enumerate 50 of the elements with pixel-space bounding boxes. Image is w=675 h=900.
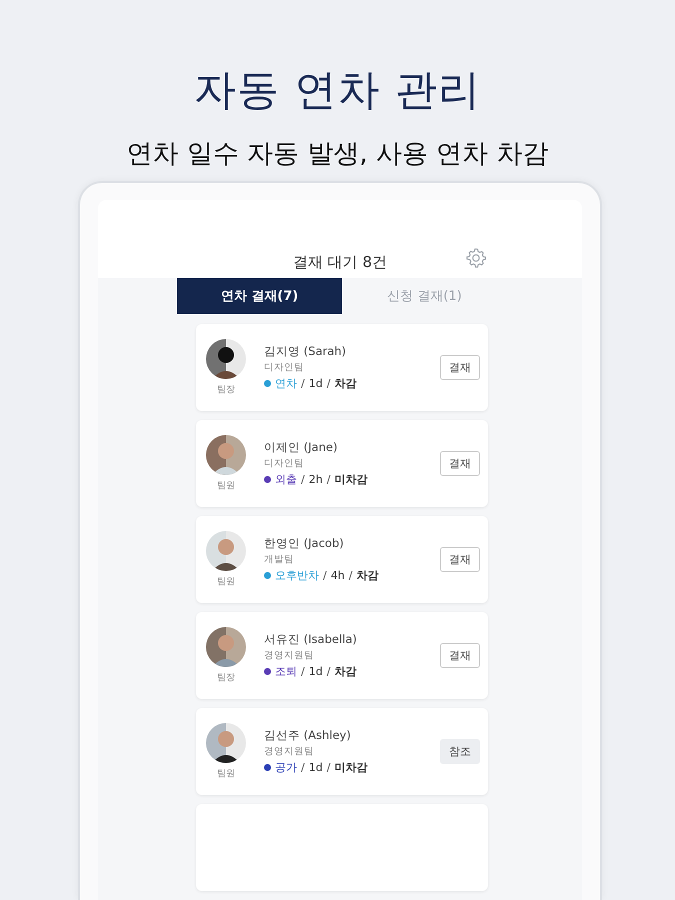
separator: /: [326, 665, 330, 678]
duration: 1d: [308, 761, 323, 774]
reference-button[interactable]: 참조: [440, 739, 480, 764]
employee-name: 이제인 (Jane): [264, 440, 338, 455]
role-label: 팀원: [217, 480, 235, 492]
team-label: 개발팀: [264, 553, 295, 566]
deduction-label: 미차감: [334, 760, 368, 775]
duration: 4h: [330, 569, 345, 582]
deduction-label: 차감: [356, 568, 378, 583]
employee-name: 서유진 (Isabella): [264, 632, 358, 647]
duration: 2h: [308, 473, 323, 486]
approve-button[interactable]: 결재: [440, 643, 480, 668]
separator: /: [301, 473, 305, 486]
duration: 1d: [308, 665, 323, 678]
separator: /: [301, 377, 305, 390]
subheadline: 연차 일수 자동 발생, 사용 연차 차감: [126, 138, 548, 171]
leave-type: 조퇴: [275, 664, 297, 679]
approve-button[interactable]: 결재: [440, 355, 480, 380]
separator: /: [326, 761, 330, 774]
screen-title: 결재 대기 8건: [292, 253, 388, 272]
leave-type: 오후반차: [275, 568, 319, 583]
employee-name: 한영인 (Jacob): [264, 536, 345, 551]
team-label: 디자인팀: [264, 457, 305, 470]
headline: 자동 연차 관리: [194, 64, 481, 116]
leave-type: 공가: [275, 760, 297, 775]
separator: /: [326, 473, 330, 486]
approve-button[interactable]: 결재: [440, 451, 480, 476]
team-label: 경영지원팀: [264, 649, 315, 662]
role-label: 팀장: [217, 672, 235, 684]
employee-name: 김지영 (Sarah): [264, 344, 348, 359]
separator: /: [301, 761, 305, 774]
leave-type: 연차: [275, 376, 297, 391]
leave-type: 외출: [275, 472, 297, 487]
deduction-label: 차감: [334, 664, 356, 679]
separator: /: [323, 569, 327, 582]
duration: 1d: [308, 377, 323, 390]
employee-name: 김선주 (Ashley): [264, 728, 352, 743]
separator: /: [326, 377, 330, 390]
separator: /: [301, 665, 305, 678]
role-label: 팀원: [217, 768, 235, 780]
team-label: 디자인팀: [264, 361, 305, 374]
team-label: 경영지원팀: [264, 745, 315, 758]
settings-icon[interactable]: [464, 246, 488, 270]
deduction-label: 차감: [334, 376, 356, 391]
role-label: 팀원: [217, 576, 235, 588]
deduction-label: 미차감: [334, 472, 368, 487]
role-label: 팀장: [217, 384, 235, 396]
approve-button[interactable]: 결재: [440, 547, 480, 572]
tab[interactable]: 연차 결재(7): [177, 278, 342, 314]
separator: /: [348, 569, 352, 582]
